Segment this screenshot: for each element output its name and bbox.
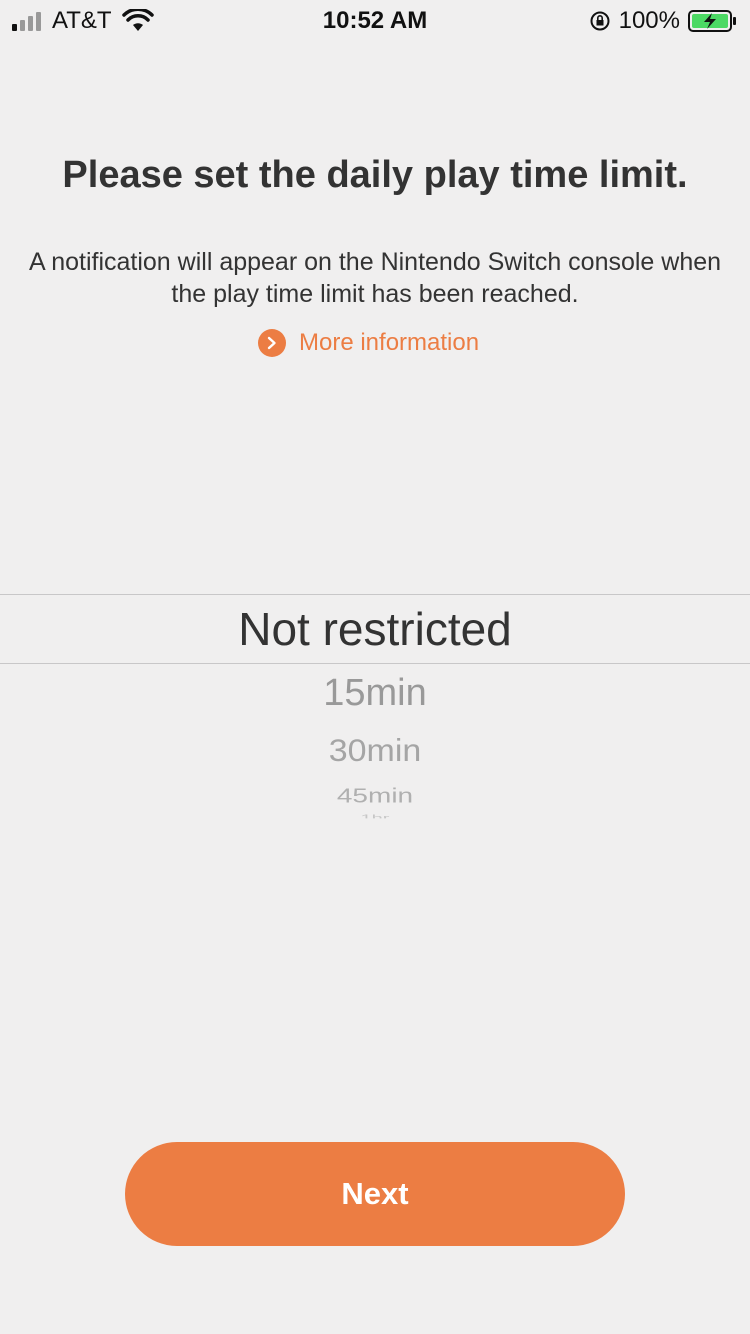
picker-option[interactable]: 45min [0,784,750,807]
more-information-label: More information [299,329,480,356]
status-right: 100% [589,7,738,35]
picker-option[interactable]: 1hr [0,814,750,819]
picker-selected-value[interactable]: Not restricted [0,602,750,656]
picker-option[interactable]: 15min [0,672,750,715]
description-text: A notification will appear on the Ninten… [28,248,722,308]
orientation-lock-icon [590,11,610,31]
page-title: Please set the daily play time limit. [62,154,688,196]
time-limit-picker[interactable]: Not restricted 15min 30min 45min 1hr [0,594,750,834]
picker-option[interactable]: 30min [0,734,750,770]
status-bar: AT&T 10:52 AM 100% [0,0,750,40]
screen: AT&T 10:52 AM 100% Please set the daily … [0,0,750,1334]
picker-top-divider [0,594,750,595]
battery-percent: 100% [618,7,680,34]
next-button[interactable]: Next [125,1142,625,1246]
picker-bottom-divider [0,663,750,664]
chevron-right-icon [258,329,286,357]
more-information-link[interactable]: More information [258,329,479,357]
battery-charging-icon [688,10,736,32]
